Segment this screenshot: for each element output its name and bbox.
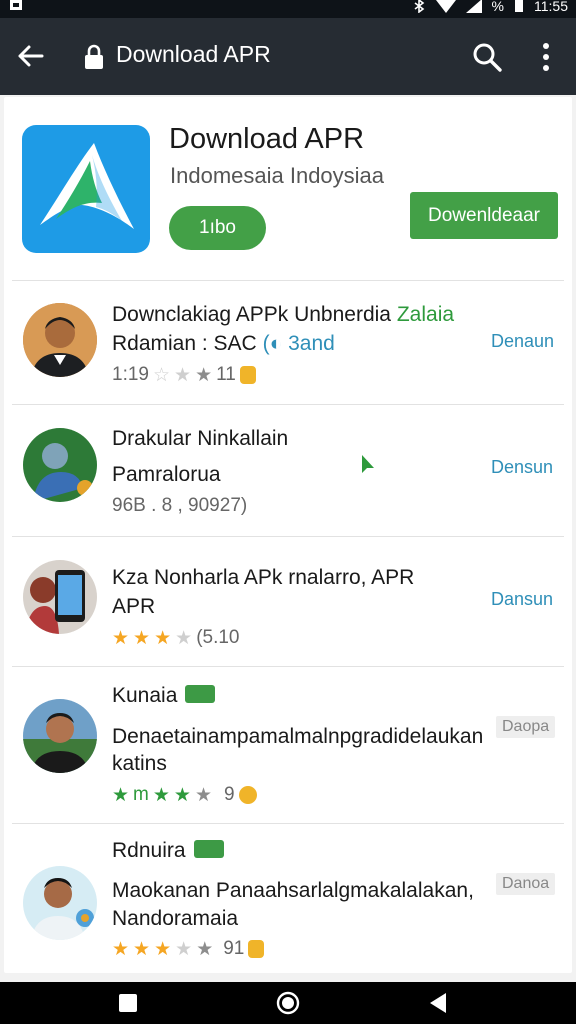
avatar — [23, 428, 97, 502]
app-bar: Download APR — [0, 18, 576, 95]
list-item-subtitle-2: Nandoramaia — [112, 907, 239, 930]
app-title: Download APR — [169, 123, 365, 155]
star-icon: ★ — [174, 364, 192, 386]
list-item-subtitle-2: katins — [112, 752, 167, 775]
results-card: Download APR Indomesaia Indoysiaa 1ıbo D… — [4, 97, 572, 973]
list-item-meta: 1:19 ☆ ★ ★ 11 — [112, 364, 256, 386]
list-item-subtitle: Maokanan Panaahsarlalgmakalalakan, — [112, 879, 474, 902]
star-icon: ★ — [175, 938, 193, 960]
star-icon: ★ — [133, 938, 151, 960]
list-item-meta: ★ ★ ★ ★ ★ 91 — [112, 938, 265, 960]
download-link[interactable]: Dansun — [491, 589, 553, 610]
list-item-title: Downclakiag APPk Unbnerdia Zalaia — [112, 303, 455, 326]
star-icon: ★ — [195, 364, 213, 386]
clock: 11:55 — [534, 0, 568, 14]
battery-icon — [515, 0, 523, 12]
notification-icon — [10, 0, 22, 10]
app-developer: Indomesaia Indoysiaa — [170, 163, 385, 188]
coin-icon — [248, 940, 265, 958]
star-icon: ★ — [112, 938, 130, 960]
wifi-icon — [435, 0, 456, 13]
star-icon: ★ — [112, 784, 130, 806]
divider — [12, 823, 564, 824]
battery-percent: % — [491, 0, 504, 14]
list-item-title: Kunaia — [112, 684, 216, 708]
coin-icon — [238, 786, 257, 804]
list-item-meta: ★ m ★ ★ ★ 9 — [112, 784, 257, 806]
bluetooth-icon — [414, 0, 424, 13]
list-item-subtitle: APR — [112, 595, 156, 618]
divider — [12, 404, 564, 405]
recent-apps-button[interactable] — [119, 994, 137, 1012]
star-icon: ★ — [175, 627, 193, 649]
list-item-meta: ★ ★ ★ ★ (5.10 — [112, 627, 240, 649]
list-item-title: Kza Nonharla APk rnalarro, APR — [112, 566, 415, 589]
verified-badge-icon — [185, 685, 216, 704]
download-link[interactable]: Densun — [491, 457, 553, 478]
list-item-subtitle: Denaetainampamalmalnpgradidelaukan — [112, 725, 484, 748]
divider — [12, 280, 564, 281]
app-logo-mark — [40, 143, 134, 229]
star-icon: ★ — [194, 784, 213, 806]
avatar — [23, 866, 97, 940]
star-icon: ★ — [154, 938, 172, 960]
download-link[interactable]: Daopa — [496, 716, 556, 738]
star-icon: ★ — [112, 627, 130, 649]
star-icon: ★ — [154, 627, 172, 649]
home-button[interactable] — [276, 991, 300, 1015]
list-item-subtitle: Rdamian : SAC (◐ 3and — [112, 332, 335, 355]
back-button[interactable] — [428, 992, 448, 1014]
more-vert-icon[interactable] — [536, 40, 556, 74]
avatar — [23, 303, 97, 377]
coin-icon — [239, 366, 256, 384]
verified-badge-icon — [193, 840, 224, 859]
search-icon[interactable] — [470, 40, 504, 74]
star-icon: ★ — [173, 784, 191, 806]
app-logo-icon[interactable] — [22, 125, 150, 253]
star-icon: ★ — [196, 938, 214, 960]
app-bar-title: Download APR — [116, 41, 271, 67]
list-item-title: Rdnuira — [112, 839, 224, 863]
signal-icon — [465, 0, 482, 13]
star-icon: ☆ — [152, 364, 171, 386]
avatar — [23, 699, 97, 773]
star-icon: ★ — [152, 784, 170, 806]
system-nav-bar — [0, 982, 576, 1024]
list-item-title: Drakular Ninkallain — [112, 427, 289, 450]
download-link[interactable]: Denaun — [491, 331, 554, 352]
divider — [12, 536, 564, 537]
star-icon: ★ — [133, 627, 151, 649]
avatar — [23, 560, 97, 634]
back-arrow-icon[interactable] — [14, 40, 46, 72]
status-bar: % 11:55 — [0, 0, 576, 18]
divider — [12, 666, 564, 667]
cursor-icon — [362, 455, 374, 473]
install-button[interactable]: Dowenldeaar — [410, 192, 558, 239]
list-item-subtitle: Pamralorua — [112, 463, 221, 486]
lock-icon — [85, 44, 103, 69]
rating-pill-button[interactable]: 1ıbo — [169, 206, 266, 250]
download-link[interactable]: Danoa — [496, 873, 556, 895]
list-item-meta: 96B . 8 , 90927) — [112, 495, 248, 516]
